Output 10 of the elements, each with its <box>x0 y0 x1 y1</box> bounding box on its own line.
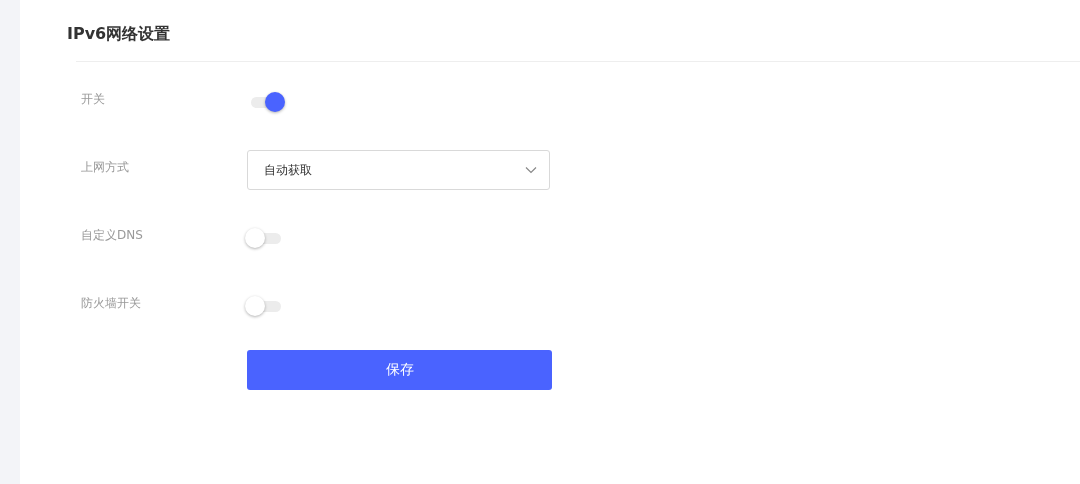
page-title: IPv6网络设置 <box>67 23 172 45</box>
toggle-switch[interactable] <box>247 226 283 250</box>
field-label: 自定义DNS <box>81 226 144 244</box>
chevron-down-icon <box>525 166 537 174</box>
field-label: 开关 <box>81 90 106 108</box>
dropdown-field[interactable]: 自动获取 <box>247 150 550 190</box>
save-button[interactable]: 保存 <box>247 350 552 390</box>
toggle-switch[interactable] <box>247 294 283 318</box>
field-label: 防火墙开关 <box>81 294 142 312</box>
field-label: 上网方式 <box>81 158 130 176</box>
